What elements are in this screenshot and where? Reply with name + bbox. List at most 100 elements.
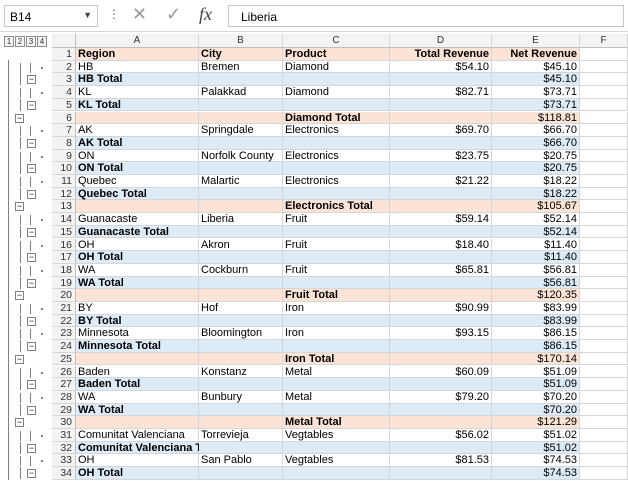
- cell-b[interactable]: City: [199, 48, 283, 61]
- cell-a[interactable]: Quebec Total: [76, 187, 199, 201]
- cell-b[interactable]: [199, 187, 283, 201]
- cell-d[interactable]: $90.99: [390, 302, 492, 315]
- insert-function-icon[interactable]: fx: [199, 4, 212, 25]
- cell-b[interactable]: Bremen: [199, 60, 283, 74]
- cell-b[interactable]: [199, 276, 283, 290]
- cell-e[interactable]: $20.75: [492, 162, 580, 175]
- cell-b[interactable]: [199, 289, 283, 302]
- cell-f[interactable]: [580, 441, 628, 455]
- cell-d[interactable]: $79.20: [390, 390, 492, 404]
- cell-a[interactable]: Comunitat Valenciana Total: [76, 441, 221, 455]
- cell-d[interactable]: [390, 352, 492, 366]
- cell-f[interactable]: [580, 124, 628, 137]
- cell-d[interactable]: Total Revenue: [390, 48, 492, 61]
- cell-d[interactable]: [390, 136, 492, 150]
- cell-d[interactable]: [390, 403, 492, 417]
- cell-c[interactable]: Product: [283, 48, 390, 61]
- cell-d[interactable]: $82.71: [390, 86, 492, 99]
- cell-f[interactable]: [580, 276, 628, 290]
- cell-d[interactable]: $81.53: [390, 454, 492, 468]
- outline-collapse-button[interactable]: −: [27, 342, 36, 352]
- cell-b[interactable]: Konstanz: [199, 365, 283, 379]
- cell-b[interactable]: Cockburn: [199, 263, 283, 277]
- cell-c[interactable]: [283, 162, 390, 175]
- cell-b[interactable]: Norfolk County: [199, 149, 283, 163]
- cell-f[interactable]: [580, 340, 628, 353]
- row-header[interactable]: 32: [52, 441, 76, 455]
- cell-b[interactable]: Hof: [199, 302, 283, 315]
- cell-b[interactable]: [199, 352, 283, 366]
- cell-b[interactable]: [199, 378, 283, 391]
- cell-a[interactable]: Minnesota Total: [76, 340, 199, 353]
- cell-d[interactable]: [390, 111, 492, 125]
- cell-c[interactable]: Electronics: [283, 149, 390, 163]
- cell-c[interactable]: [283, 340, 390, 353]
- cell-c[interactable]: [283, 403, 390, 417]
- cell-f[interactable]: [580, 225, 628, 239]
- cell-c[interactable]: Metal Total: [283, 416, 390, 429]
- cell-b[interactable]: Akron: [199, 238, 283, 252]
- cell-f[interactable]: [580, 251, 628, 264]
- cell-f[interactable]: [580, 86, 628, 99]
- cell-d[interactable]: [390, 441, 492, 455]
- select-all-corner[interactable]: [52, 34, 76, 48]
- cell-e[interactable]: $52.14: [492, 213, 580, 226]
- cell-a[interactable]: Guanacaste: [76, 213, 199, 226]
- cell-f[interactable]: [580, 175, 628, 188]
- cell-f[interactable]: [580, 149, 628, 163]
- row-header[interactable]: 22: [52, 314, 76, 328]
- cell-a[interactable]: OH Total: [76, 251, 199, 264]
- row-header[interactable]: 30: [52, 416, 76, 429]
- column-header-f[interactable]: F: [580, 34, 628, 48]
- cell-e[interactable]: $18.22: [492, 187, 580, 201]
- cell-c[interactable]: Metal: [283, 365, 390, 379]
- cell-f[interactable]: [580, 302, 628, 315]
- cell-c[interactable]: [283, 251, 390, 264]
- column-header-c[interactable]: C: [283, 34, 390, 48]
- cell-a[interactable]: OH: [76, 454, 199, 468]
- row-header[interactable]: 4: [52, 86, 76, 99]
- cell-c[interactable]: [283, 187, 390, 201]
- cell-c[interactable]: Iron Total: [283, 352, 390, 366]
- row-header[interactable]: 26: [52, 365, 76, 379]
- cell-a[interactable]: Comunitat Valenciana: [76, 429, 199, 442]
- cell-b[interactable]: [199, 225, 283, 239]
- cell-e[interactable]: $118.81: [492, 111, 580, 125]
- cell-d[interactable]: $54.10: [390, 60, 492, 74]
- cell-c[interactable]: [283, 378, 390, 391]
- cell-d[interactable]: $69.70: [390, 124, 492, 137]
- cell-b[interactable]: Bunbury: [199, 390, 283, 404]
- cell-b[interactable]: [199, 340, 283, 353]
- cell-f[interactable]: [580, 238, 628, 252]
- outline-collapse-button[interactable]: −: [15, 113, 24, 123]
- cell-f[interactable]: [580, 365, 628, 379]
- cell-f[interactable]: [580, 73, 628, 87]
- cell-f[interactable]: [580, 467, 628, 480]
- outline-collapse-button[interactable]: −: [27, 189, 36, 199]
- cell-e[interactable]: $105.67: [492, 200, 580, 214]
- row-header[interactable]: 21: [52, 302, 76, 315]
- row-header[interactable]: 1: [52, 48, 76, 61]
- row-header[interactable]: 13: [52, 200, 76, 214]
- cell-e[interactable]: $66.70: [492, 136, 580, 150]
- cell-e[interactable]: $11.40: [492, 251, 580, 264]
- row-header[interactable]: 3: [52, 73, 76, 87]
- row-header[interactable]: 12: [52, 187, 76, 201]
- row-header[interactable]: 24: [52, 340, 76, 353]
- outline-collapse-button[interactable]: −: [27, 405, 36, 415]
- cell-f[interactable]: [580, 327, 628, 341]
- cell-a[interactable]: BY: [76, 302, 199, 315]
- cell-e[interactable]: $11.40: [492, 238, 580, 252]
- cell-d[interactable]: [390, 251, 492, 264]
- cell-a[interactable]: WA Total: [76, 403, 199, 417]
- cell-c[interactable]: Iron: [283, 327, 390, 341]
- row-header[interactable]: 14: [52, 213, 76, 226]
- cell-d[interactable]: $59.14: [390, 213, 492, 226]
- row-header[interactable]: 25: [52, 352, 76, 366]
- row-header[interactable]: 27: [52, 378, 76, 391]
- cell-e[interactable]: $70.20: [492, 390, 580, 404]
- cell-d[interactable]: [390, 187, 492, 201]
- cell-d[interactable]: [390, 225, 492, 239]
- cell-f[interactable]: [580, 60, 628, 74]
- column-header-b[interactable]: B: [199, 34, 283, 48]
